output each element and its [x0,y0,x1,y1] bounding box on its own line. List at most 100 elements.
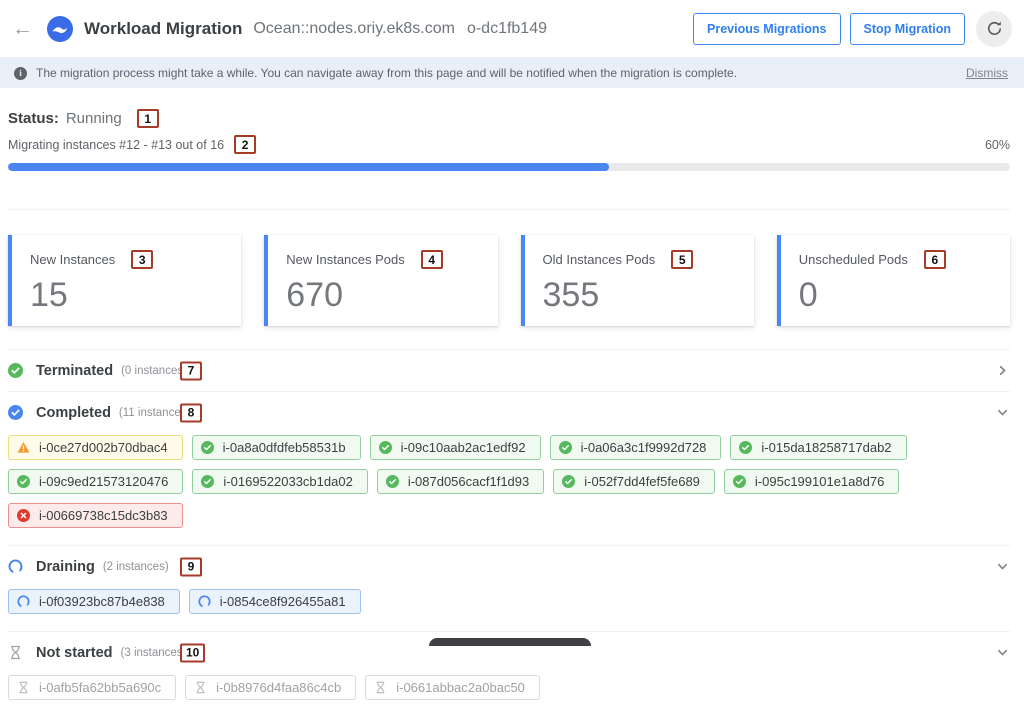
card-new-instances: New Instances 3 15 [8,235,241,326]
instance-chip: i-0b8976d4faa86c4cb [185,675,356,700]
previous-migrations-button[interactable]: Previous Migrations [693,13,840,45]
section-completed: Completed (11 instances) 8 i-0ce27d002b7… [8,391,1010,545]
chevron-down-icon[interactable] [995,559,1010,574]
section-terminated: Terminated (0 instances) 7 [8,349,1010,391]
instance-chip: i-09c9ed21573120476 [8,469,183,494]
stop-migration-button[interactable]: Stop Migration [850,13,966,45]
card-value: 0 [799,278,996,312]
draining-instance-list: i-0f03923bc87b4e838 i-0854ce8f926455a81 [8,587,1010,631]
section-header-completed[interactable]: Completed (11 instances) 8 [8,392,1010,433]
ocean-logo-icon [47,16,73,42]
instance-id: i-0f03923bc87b4e838 [39,594,165,609]
section-title: Draining [36,559,95,575]
instance-chip: i-0a06a3c1f9992d728 [550,435,722,460]
section-header-draining[interactable]: Draining (2 instances) 9 [8,546,1010,587]
check-circle-icon [8,363,23,378]
card-label: New Instances [30,252,115,267]
annotation-4: 4 [421,250,443,269]
not-started-instance-list: i-0afb5fa62bb5a690c i-0b8976d4faa86c4cb … [8,673,1010,717]
progress-percent: 60% [985,138,1010,152]
section-title: Not started [36,645,113,661]
spinner-icon [17,595,30,608]
check-circle-icon [17,475,30,488]
section-count: (3 instances) [121,647,187,659]
progress-bar [8,163,1010,171]
card-value: 670 [286,278,483,312]
chevron-right-icon[interactable] [995,363,1010,378]
instance-id: i-0ce27d002b70dbac4 [39,440,168,455]
instance-id: i-0b8976d4faa86c4cb [216,680,341,695]
chevron-down-icon[interactable] [995,645,1010,660]
progress-info-row: Migrating instances #12 - #13 out of 16 … [8,135,1010,154]
status-value: Running [66,110,122,127]
annotation-6: 6 [924,250,946,269]
check-circle-icon [8,405,23,420]
instance-id: i-0169522033cb1da02 [223,474,352,489]
progress-fill [8,163,609,171]
check-circle-icon [201,441,214,454]
card-label: Unscheduled Pods [799,252,908,267]
section-count: (2 instances) [103,561,169,573]
dismiss-link[interactable]: Dismiss [966,66,1008,80]
instance-chip: i-00669738c15dc3b83 [8,503,183,528]
instance-chip: i-09c10aab2ac1edf92 [370,435,541,460]
check-circle-icon [562,475,575,488]
section-divider [8,209,1010,210]
section-count: (0 instances) [121,365,187,377]
check-circle-icon [559,441,572,454]
annotation-3: 3 [131,250,153,269]
instance-chip: i-015da18258717dab2 [730,435,906,460]
status-label: Status: [8,110,59,127]
annotation-1: 1 [137,109,159,128]
hourglass-icon [194,681,207,694]
instance-id: i-09c9ed21573120476 [39,474,168,489]
warning-icon [17,441,30,454]
instance-chip: i-0a8a0dfdfeb58531b [192,435,361,460]
instance-chip: i-0661abbac2a0bac50 [365,675,540,700]
info-banner: i The migration process might take a whi… [0,58,1024,88]
instance-id: i-0a8a0dfdfeb58531b [223,440,346,455]
refresh-icon [986,20,1003,37]
chevron-down-icon[interactable] [995,405,1010,420]
info-icon: i [14,67,27,80]
spinner-icon [8,559,23,574]
banner-message: The migration process might take a while… [36,66,966,80]
annotation-8: 8 [180,403,202,422]
page-header: ← Workload Migration Ocean::nodes.oriy.e… [0,0,1024,58]
instance-chip: i-0854ce8f926455a81 [189,589,361,614]
summary-cards: New Instances 3 15 New Instances Pods 4 … [8,235,1010,326]
instance-chip: i-087d056cacf1f1d93 [377,469,544,494]
page-title: Workload Migration [84,19,242,39]
hourglass-icon [374,681,387,694]
hourglass-icon [8,645,23,660]
card-value: 15 [30,278,227,312]
instance-id: i-087d056cacf1f1d93 [408,474,529,489]
progress-text: Migrating instances #12 - #13 out of 16 [8,138,224,152]
instance-id: i-00669738c15dc3b83 [39,508,168,523]
refresh-button[interactable] [976,11,1012,47]
check-circle-icon [739,441,752,454]
check-circle-icon [386,475,399,488]
instance-id: i-0afb5fa62bb5a690c [39,680,161,695]
back-icon[interactable]: ← [12,18,33,39]
card-new-instances-pods: New Instances Pods 4 670 [264,235,497,326]
section-title: Completed [36,405,111,421]
breadcrumb: Ocean::nodes.oriy.ek8s.com o-dc1fb149 [253,20,547,38]
instance-chip: i-0afb5fa62bb5a690c [8,675,176,700]
instance-id: i-0854ce8f926455a81 [220,594,346,609]
card-unscheduled-pods: Unscheduled Pods 6 0 [777,235,1010,326]
check-circle-icon [733,475,746,488]
instance-chip: i-052f7dd4fef5fe689 [553,469,715,494]
completed-instance-list: i-0ce27d002b70dbac4 i-0a8a0dfdfeb58531b … [8,433,1010,545]
status-row: Status: Running 1 [8,109,1010,128]
instance-id: i-0a06a3c1f9992d728 [581,440,707,455]
instance-id: i-0661abbac2a0bac50 [396,680,525,695]
instance-id: i-052f7dd4fef5fe689 [584,474,700,489]
instance-id: i-095c199101e1a8d76 [755,474,884,489]
annotation-5: 5 [671,250,693,269]
annotation-2: 2 [234,135,256,154]
card-label: Old Instances Pods [543,252,656,267]
spinner-icon [198,595,211,608]
card-old-instances-pods: Old Instances Pods 5 355 [521,235,754,326]
section-header-terminated[interactable]: Terminated (0 instances) 7 [8,350,1010,391]
